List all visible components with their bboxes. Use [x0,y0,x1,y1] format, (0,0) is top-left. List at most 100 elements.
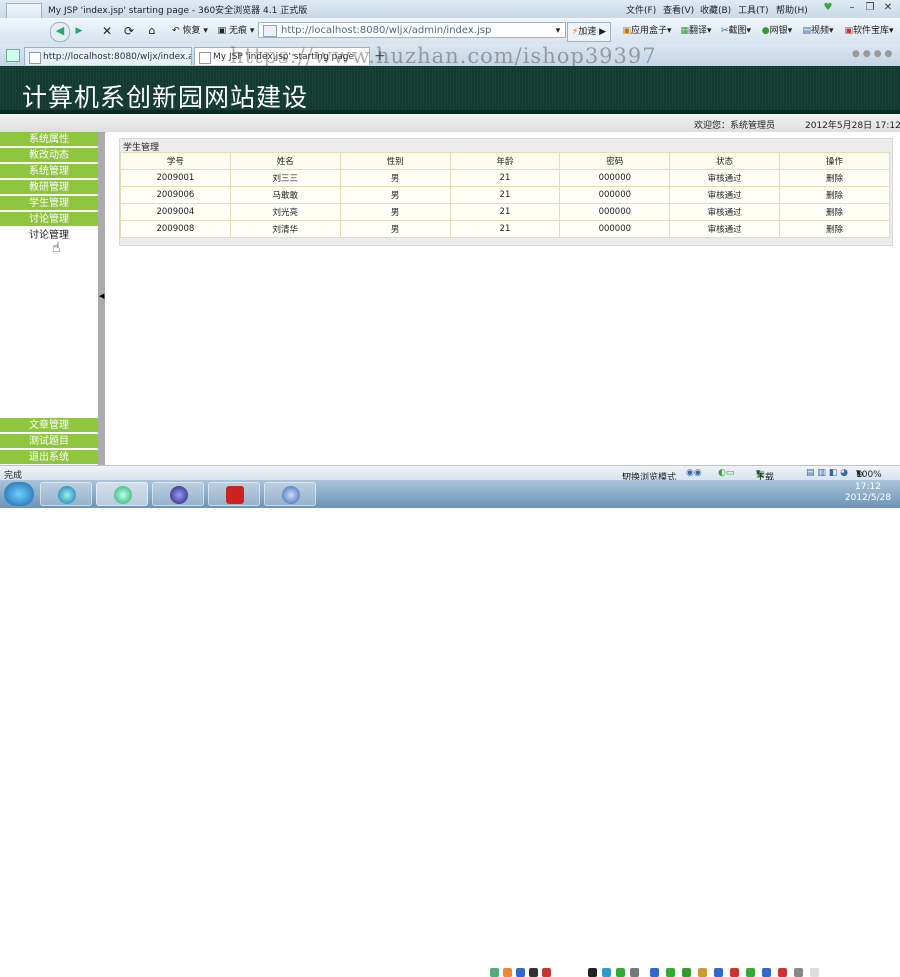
taskbar-360-browser[interactable] [96,482,148,506]
delete-link[interactable]: 删除 [779,186,890,204]
table-cell: 审核通过 [669,186,781,204]
tray-alert-icon[interactable] [778,968,787,977]
menu-favorites[interactable]: 收藏(B) [700,3,731,16]
stop-icon[interactable]: ✕ [100,22,114,40]
collapse-arrow-icon[interactable]: ◀ [99,292,104,300]
sidebar-item-teaching-news[interactable]: 教改动态 [0,148,98,163]
home-icon[interactable]: ⌂ [145,22,159,40]
table-cell: 2009006 [120,186,231,204]
download-button[interactable]: ▣ 下载 ▾ [756,468,774,483]
frame-splitter[interactable]: ◀ [98,132,105,465]
table-cell: 男 [339,186,451,204]
menu-help[interactable]: 帮助(H) [776,3,808,16]
column-header: 状态 [669,152,781,170]
sidebar-item-system-props[interactable]: 系统属性 [0,132,98,147]
taskbar-ie[interactable] [40,482,92,506]
sidebar-item-logout[interactable]: 退出系统 [0,450,98,465]
menu-tools[interactable]: 工具(T) [738,3,769,16]
tray-green-icon[interactable] [616,968,625,977]
table-cell: 2009001 [120,169,231,187]
tab-localhost-index[interactable]: http://localhost:8080/wljx/index.as... [24,47,192,65]
tray-keyboard-icon[interactable] [490,968,499,977]
table-cell: 000000 [559,169,671,187]
sidebar-item-student-manage[interactable]: 学生管理 [0,196,98,211]
restore-button[interactable]: ❐ [864,2,876,14]
forward-button[interactable]: ▶ [72,22,86,40]
translate-button[interactable]: ▦翻译▾ [677,22,715,40]
sidebar-item-test-questions[interactable]: 测试题目 [0,434,98,449]
speedup-button[interactable]: ⚡加速 ▶ [567,22,611,42]
datetime-text: 2012年5月28日 17:12:37 [805,121,900,131]
welcome-text: 欢迎您：系统管理员 [694,121,776,131]
refresh-icon[interactable]: ⟳ [122,22,136,40]
menu-view[interactable]: 查看(V) [663,3,694,16]
restore-tabs-button[interactable]: ↶ 恢复 ▾ [168,22,212,40]
sidebar-item-research-manage[interactable]: 教研管理 [0,180,98,195]
tray-doc-icon[interactable] [714,968,723,977]
ebank-button[interactable]: ●网银▾ [757,22,797,40]
table-body: 2009001 刘三三男 21 000000 审核通过 删除 2009006 马敢敢男 21 00… [120,169,890,238]
tray-flag-icon[interactable] [746,968,755,977]
eclipse-icon [170,486,188,504]
tray-red-icon[interactable] [730,968,739,977]
globe-icon[interactable]: ◉◉ [686,468,702,478]
tray-360-icon[interactable] [666,968,675,977]
zoom-control[interactable]: ⊕ 100% ▾ [856,468,882,480]
close-window-button[interactable]: ✕ [882,2,894,14]
video-button[interactable]: ▤视频▾ [798,22,838,40]
clock-time: 17:12 [855,482,881,492]
tray-gray-icon[interactable] [630,968,639,977]
sidebar-subitem-discussion[interactable]: 讨论管理 [0,228,98,243]
minimize-button[interactable]: – [846,2,858,14]
back-button[interactable]: ◀ [50,22,70,42]
toggle-switch-icon[interactable]: ◐▭ [718,468,734,478]
info-bar: 欢迎您：系统管理员 2012年5月28日 17:12:37 [0,114,900,133]
store-icon: ▣ [844,26,853,36]
tray-app-icon[interactable] [529,968,538,977]
column-header: 操作 [779,152,890,170]
tray-globe-icon[interactable] [516,968,525,977]
tray-download-icon[interactable] [698,968,707,977]
taskbar-clock[interactable]: 17:12 2012/5/28 [838,482,898,504]
shield-icon[interactable]: ♥ [822,2,834,14]
table-cell: 刘三三 [229,169,341,187]
sidebar-item-system-manage[interactable]: 系统管理 [0,164,98,179]
start-button[interactable] [4,482,34,506]
tray-person-icon[interactable] [542,968,551,977]
menu-file[interactable]: 文件(F) [626,3,656,16]
trace-mode-button[interactable]: ▣ 无痕 ▾ [214,22,258,40]
column-header: 学号 [120,152,231,170]
status-bar: 完成 ▭ 切换浏览模式 ◉◉ ◐▭ ▣ 下载 ▾ ▤ ▥ ◧ ◕ ⊕ 100% ▾ [0,465,900,483]
table-cell: 男 [339,203,451,221]
delete-link[interactable]: 删除 [779,203,890,221]
taskbar-feiq[interactable] [264,482,316,506]
sidebar-item-articles[interactable]: 文章管理 [0,418,98,433]
delete-link[interactable]: 删除 [779,220,890,238]
delete-link[interactable]: 删除 [779,169,890,187]
address-bar[interactable]: http://localhost:8080/wljx/admin/index.j… [258,22,566,38]
tray-volume-icon[interactable] [810,968,819,977]
tray-blue-icon[interactable] [762,968,771,977]
screenshot-button[interactable]: ✂截图▾ [716,22,756,40]
taskbar-eclipse[interactable] [152,482,204,506]
tray-user-icon[interactable] [503,968,512,977]
software-store-button[interactable]: ▣软件宝库▾ [840,22,898,40]
address-dropdown-icon[interactable]: ▾ [551,22,565,40]
table-cell: 000000 [559,186,671,204]
taskbar-toolbox[interactable] [208,482,260,506]
app-box-button[interactable]: ▣应用盒子▾ [618,22,676,40]
clock-date: 2012/5/28 [844,493,892,503]
video-icon: ▤ [802,26,811,36]
tab-nav-buttons[interactable]: ●●●● [852,49,896,61]
tray-refresh-icon[interactable] [682,968,691,977]
sidebar-item-discussion-manage[interactable]: 讨论管理 [0,212,98,227]
tray-shield-icon[interactable] [650,968,659,977]
tray-penguin-icon[interactable] [588,968,597,977]
title-bar: My JSP 'index.jsp' starting page - 360安全… [0,0,900,43]
tray-network-icon[interactable] [602,968,611,977]
table-cell: 21 [449,169,561,187]
status-tools-icon[interactable]: ▤ ▥ ◧ ◕ [806,468,848,478]
tray-monitor-icon[interactable] [794,968,803,977]
sidebar-toggle-icon[interactable] [6,49,20,62]
table-cell: 000000 [559,220,671,238]
